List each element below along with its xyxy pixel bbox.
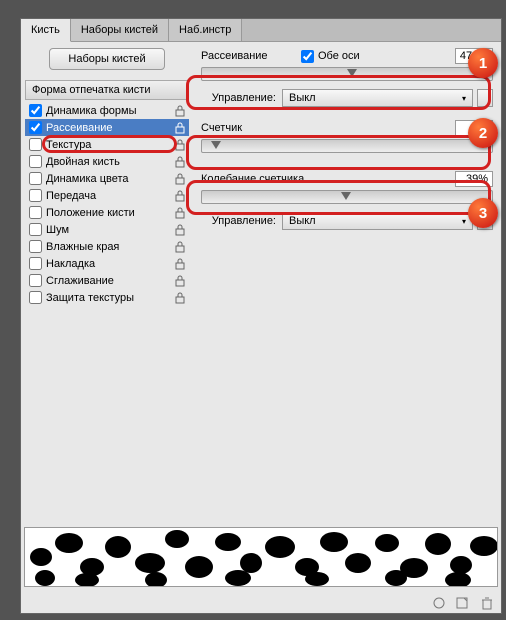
badge-1: 1 [468,48,498,78]
control-select-2[interactable]: Выкл▾ [282,212,473,230]
new-preset-icon[interactable] [455,595,471,611]
tab-brush-presets[interactable]: Наборы кистей [71,19,169,41]
brush-preview [24,527,498,587]
item-label-7: Шум [46,224,171,236]
lock-icon[interactable] [175,275,185,287]
control-side-button-1[interactable] [477,89,493,107]
sidebar-item-10[interactable]: Сглаживание [25,272,189,289]
item-checkbox-3[interactable] [29,155,42,168]
sidebar-item-5[interactable]: Передача [25,187,189,204]
sidebar-item-2[interactable]: Текстура [25,136,189,153]
item-checkbox-5[interactable] [29,189,42,202]
lock-icon[interactable] [175,258,185,270]
lock-icon[interactable] [175,156,185,168]
item-label-1: Рассеивание [46,122,171,134]
item-label-4: Динамика цвета [46,173,171,185]
trash-icon[interactable] [479,595,495,611]
sidebar-item-4[interactable]: Динамика цвета [25,170,189,187]
item-label-8: Влажные края [46,241,171,253]
item-checkbox-10[interactable] [29,274,42,287]
both-axes-checkbox[interactable] [301,50,314,63]
sidebar-item-8[interactable]: Влажные края [25,238,189,255]
sidebar-item-1[interactable]: Рассеивание [25,119,189,136]
tab-tool-presets[interactable]: Наб.инстр [169,19,242,41]
lock-icon[interactable] [175,292,185,304]
count-slider[interactable] [201,139,493,153]
sidebar-item-3[interactable]: Двойная кисть [25,153,189,170]
item-label-5: Передача [46,190,171,202]
sidebar-item-7[interactable]: Шум [25,221,189,238]
item-label-9: Накладка [46,258,171,270]
lock-icon[interactable] [175,105,185,117]
item-checkbox-1[interactable] [29,121,42,134]
badge-3: 3 [468,198,498,228]
item-checkbox-6[interactable] [29,206,42,219]
item-checkbox-8[interactable] [29,240,42,253]
lock-icon[interactable] [175,224,185,236]
count-label: Счетчик [201,122,281,134]
lock-icon[interactable] [175,139,185,151]
lock-icon[interactable] [175,173,185,185]
control-select-1[interactable]: Выкл▾ [282,89,473,107]
item-checkbox-9[interactable] [29,257,42,270]
sidebar-item-11[interactable]: Защита текстуры [25,289,189,306]
lock-icon[interactable] [175,207,185,219]
sidebar-item-9[interactable]: Накладка [25,255,189,272]
count-jitter-label: Колебание счетчика [201,173,331,185]
lock-icon[interactable] [175,241,185,253]
scatter-slider[interactable] [201,67,493,81]
item-label-3: Двойная кисть [46,156,171,168]
brush-presets-button[interactable]: Наборы кистей [49,48,164,70]
control-label-2: Управление: [201,215,276,227]
item-checkbox-7[interactable] [29,223,42,236]
toggle-preview-icon[interactable] [431,595,447,611]
badge-2: 2 [468,118,498,148]
item-checkbox-0[interactable] [29,104,42,117]
item-label-2: Текстура [46,139,171,151]
both-axes-label: Обе оси [318,50,360,62]
item-label-6: Положение кисти [46,207,171,219]
lock-icon[interactable] [175,122,185,134]
item-label-11: Защита текстуры [46,292,171,304]
item-checkbox-11[interactable] [29,291,42,304]
count-jitter-value[interactable]: 39% [455,171,493,187]
control-label-1: Управление: [201,92,276,104]
count-jitter-slider[interactable] [201,190,493,204]
sidebar-item-6[interactable]: Положение кисти [25,204,189,221]
item-checkbox-2[interactable] [29,138,42,151]
item-label-10: Сглаживание [46,275,171,287]
brush-tip-shape-header[interactable]: Форма отпечатка кисти [25,80,189,100]
scatter-label: Рассеивание [201,50,281,62]
tab-brush[interactable]: Кисть [21,19,71,42]
item-label-0: Динамика формы [46,105,171,117]
lock-icon[interactable] [175,190,185,202]
item-checkbox-4[interactable] [29,172,42,185]
sidebar-item-0[interactable]: Динамика формы [25,102,189,119]
